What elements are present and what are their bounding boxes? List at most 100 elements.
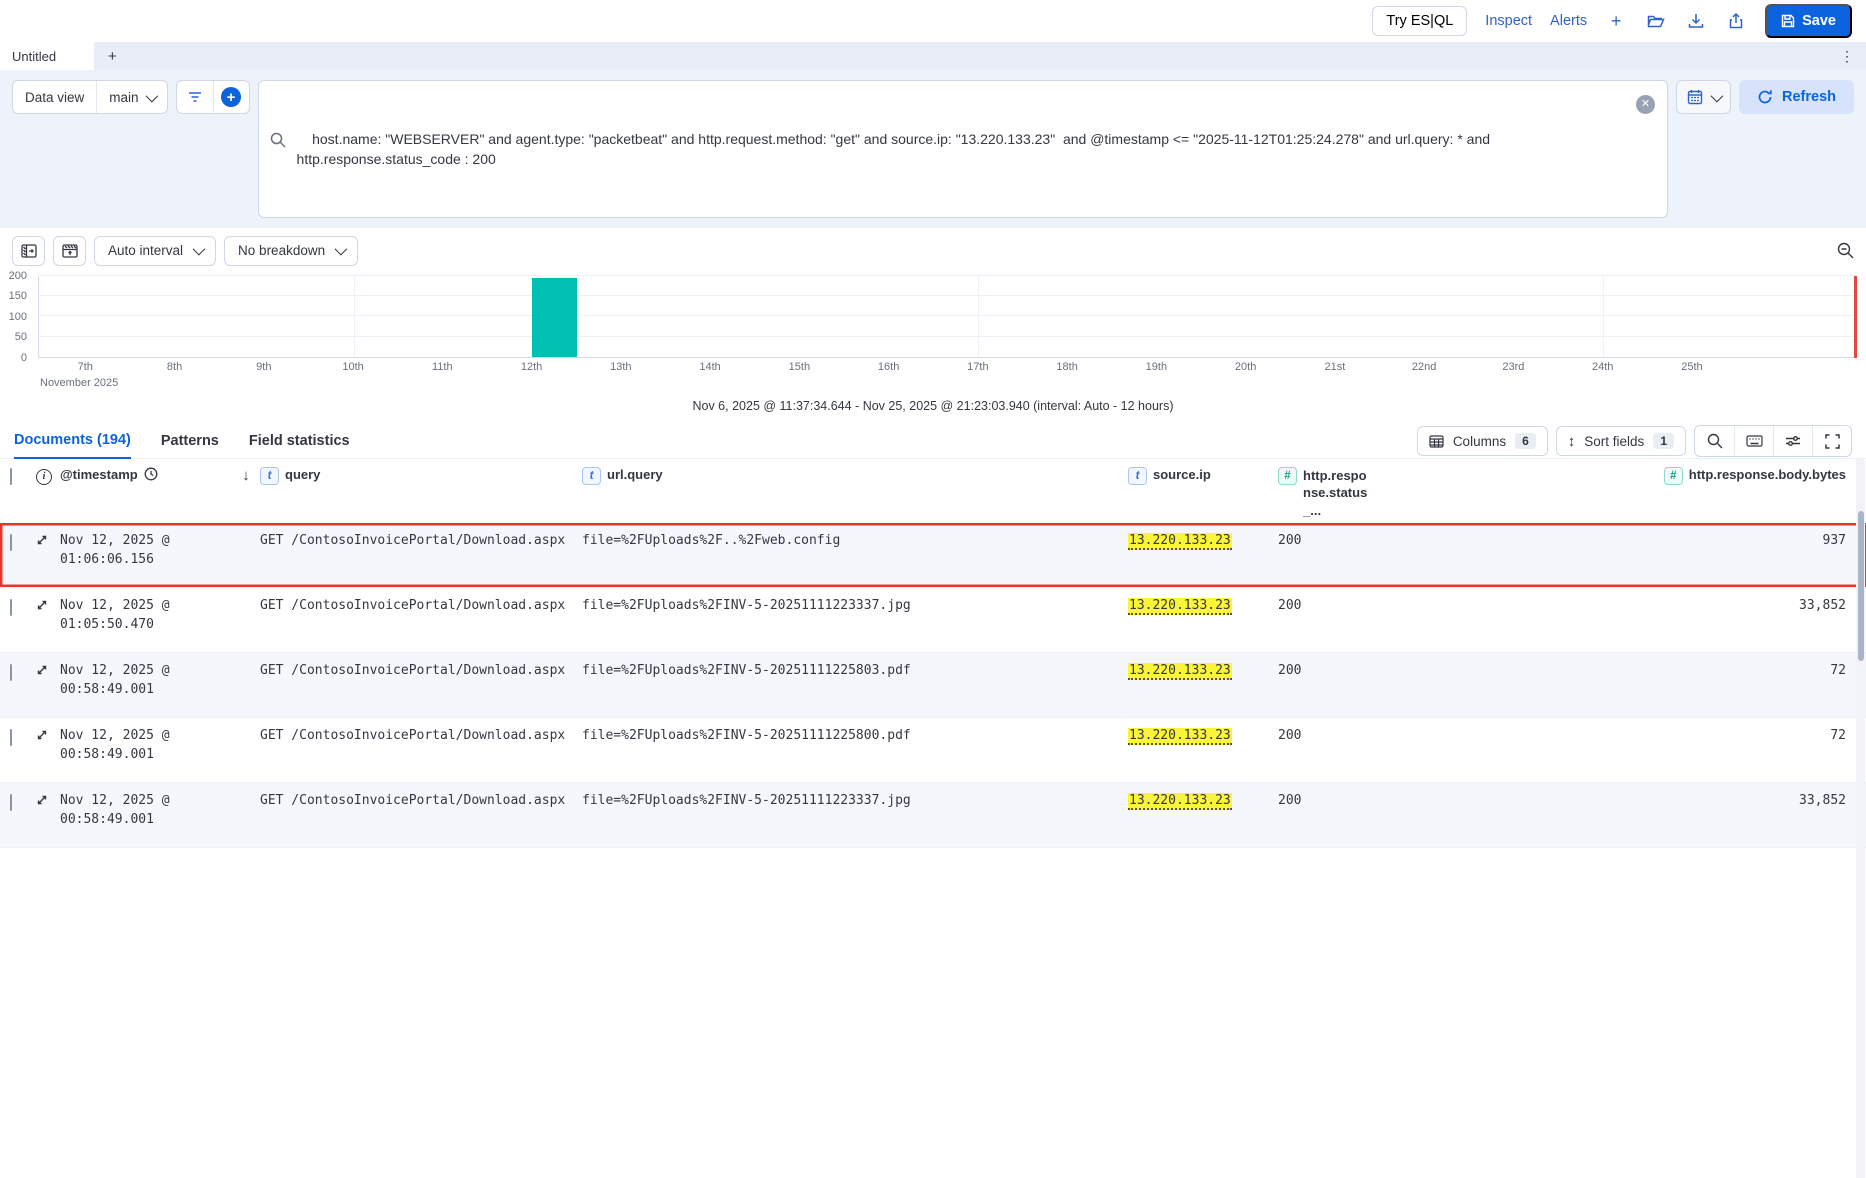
open-folder-icon[interactable] — [1645, 10, 1667, 32]
row-checkbox[interactable] — [10, 794, 12, 812]
clear-query-icon[interactable]: ✕ — [1636, 95, 1655, 114]
save-icon — [1781, 14, 1795, 28]
tab-untitled[interactable]: Untitled — [0, 42, 94, 70]
table-row[interactable]: Nov 12, 2025 @ 01:06:06.156 GET /Contoso… — [0, 523, 1866, 589]
top-navigation-bar: Try ES|QL Inspect Alerts + Save — [0, 0, 1866, 42]
cell-body-bytes: 33,852 — [1799, 598, 1846, 614]
query-input[interactable]: host.name: "WEBSERVER" and agent.type: "… — [257, 80, 1668, 218]
cell-source-ip-highlighted: 13.220.133.23 — [1128, 663, 1232, 681]
cell-timestamp: Nov 12, 2025 @ 00:58:49.001 — [60, 728, 170, 762]
refresh-button[interactable]: Refresh — [1739, 80, 1854, 114]
cell-status-code: 200 — [1278, 533, 1302, 549]
data-view-value[interactable]: main — [96, 81, 166, 113]
chart-y-axis: 0 50 100 150 200 — [8, 269, 27, 364]
display-settings-icon[interactable] — [1773, 426, 1812, 457]
cell-url-query: file=%2FUploads%2F..%2Fweb.config — [582, 533, 841, 549]
cell-body-bytes: 72 — [1830, 728, 1846, 744]
search-in-table-icon[interactable] — [1695, 426, 1734, 456]
expand-row-icon[interactable] — [36, 729, 60, 741]
column-header-url-query[interactable]: t url.query — [582, 466, 1128, 485]
date-picker-button[interactable] — [1676, 80, 1731, 114]
breakdown-dropdown[interactable]: No breakdown — [224, 235, 359, 266]
column-header-source-ip[interactable]: t source.ip — [1128, 466, 1278, 485]
chart-plot-area[interactable] — [38, 274, 1857, 358]
tab-documents[interactable]: Documents (194) — [14, 424, 131, 459]
histogram-chart[interactable]: 0 50 100 150 200 7th 8th 9th 10th 11th 12th 13th 14… — [0, 269, 1866, 390]
expand-row-icon[interactable] — [36, 534, 60, 546]
interval-dropdown[interactable]: Auto interval — [94, 235, 217, 266]
cell-source-ip-highlighted: 13.220.133.23 — [1128, 598, 1232, 616]
sort-descending-icon[interactable]: ↓ — [242, 467, 250, 484]
tab-field-statistics[interactable]: Field statistics — [249, 425, 350, 458]
toggle-chart-icon[interactable] — [53, 235, 86, 266]
sort-fields-button[interactable]: ↕ Sort fields 1 — [1555, 426, 1686, 457]
tab-options-kebab-icon[interactable]: ⋮ — [1828, 42, 1866, 70]
cell-source-ip-highlighted: 13.220.133.23 — [1128, 728, 1232, 746]
table-row[interactable]: Nov 12, 2025 @ 00:58:49.001 GET /Contoso… — [0, 783, 1866, 849]
inspect-link[interactable]: Inspect — [1485, 13, 1532, 29]
alerts-link[interactable]: Alerts — [1550, 13, 1587, 29]
calendar-icon — [1687, 89, 1703, 105]
column-header-query[interactable]: t query — [260, 466, 582, 485]
row-checkbox[interactable] — [10, 534, 12, 552]
fullscreen-icon[interactable] — [1812, 426, 1851, 457]
cell-timestamp: Nov 12, 2025 @ 00:58:49.001 — [60, 793, 170, 827]
cell-timestamp: Nov 12, 2025 @ 01:05:50.470 — [60, 598, 170, 632]
session-tab-bar: Untitled + ⋮ — [0, 42, 1866, 70]
new-tab-button[interactable]: + — [94, 42, 131, 70]
current-time-marker — [1854, 275, 1857, 358]
chevron-down-icon — [334, 243, 348, 256]
cell-status-code: 200 — [1278, 728, 1302, 744]
data-view-picker[interactable]: Data view main — [12, 80, 168, 114]
filter-icon[interactable] — [177, 81, 213, 113]
cell-url-query: file=%2FUploads%2FINV-5-20251111223337.j… — [582, 793, 911, 809]
try-esql-button[interactable]: Try ES|QL — [1372, 6, 1468, 36]
chevron-down-icon — [192, 243, 206, 256]
add-icon[interactable]: + — [1605, 10, 1627, 32]
time-range-summary: Nov 6, 2025 @ 11:37:34.644 - Nov 25, 202… — [0, 389, 1866, 423]
cell-body-bytes: 72 — [1830, 663, 1846, 679]
keyboard-shortcuts-icon[interactable] — [1734, 426, 1773, 457]
cell-body-bytes: 33,852 — [1799, 793, 1846, 809]
grid-toolbar: Columns 6 ↕ Sort fields 1 — [1416, 425, 1852, 458]
expand-row-icon[interactable] — [36, 794, 60, 806]
scrollbar-thumb[interactable] — [1857, 510, 1864, 661]
cell-source-ip-highlighted: 13.220.133.23 — [1128, 533, 1232, 551]
cell-timestamp: Nov 12, 2025 @ 00:58:49.001 — [60, 663, 170, 697]
cell-status-code: 200 — [1278, 663, 1302, 679]
table-row[interactable]: Nov 12, 2025 @ 00:58:49.001 GET /Contoso… — [0, 653, 1866, 719]
cell-query: GET /ContosoInvoicePortal/Download.aspx — [260, 663, 566, 679]
table-row[interactable]: Nov 12, 2025 @ 01:05:50.470 GET /Contoso… — [0, 588, 1866, 654]
column-header-status-code[interactable]: # http.response.status_... — [1278, 466, 1374, 520]
row-checkbox[interactable] — [10, 599, 12, 617]
vertical-scrollbar[interactable] — [1856, 458, 1865, 1178]
download-icon[interactable] — [1685, 10, 1707, 32]
select-all-checkbox[interactable] — [10, 467, 12, 485]
save-button[interactable]: Save — [1765, 4, 1852, 38]
number-field-icon: # — [1278, 466, 1297, 485]
chart-x-axis: 7th 8th 9th 10th 11th 12th 13th 14th 15th 16th 17t… — [77, 360, 1703, 373]
columns-button[interactable]: Columns 6 — [1416, 426, 1548, 457]
add-filter-icon[interactable]: + — [212, 81, 249, 113]
share-icon[interactable] — [1725, 10, 1747, 32]
tab-patterns[interactable]: Patterns — [161, 425, 219, 458]
histogram-bar[interactable] — [532, 278, 577, 357]
text-field-icon: t — [260, 466, 279, 485]
expand-row-icon[interactable] — [36, 664, 60, 676]
histogram-controls: Auto interval No breakdown — [0, 227, 1866, 268]
column-header-timestamp[interactable]: @timestamp — [60, 467, 232, 482]
query-bar: Data view main + host.name: "WEBSERVER" … — [0, 70, 1866, 228]
cell-query: GET /ContosoInvoicePortal/Download.aspx — [260, 598, 566, 614]
row-checkbox[interactable] — [10, 729, 12, 747]
row-info-icon[interactable]: i — [36, 468, 52, 485]
chart-zoom-icon[interactable] — [1837, 242, 1854, 259]
expand-row-icon[interactable] — [36, 599, 60, 611]
search-icon — [270, 91, 293, 188]
column-header-body-bytes[interactable]: # http.response.body.bytes — [1374, 466, 1852, 485]
grid-header-row: i @timestamp ↓ t query t url.query t sou… — [0, 459, 1866, 524]
toggle-sidebar-icon[interactable] — [12, 235, 45, 266]
cell-url-query: file=%2FUploads%2FINV-5-20251111225800.p… — [582, 728, 911, 744]
refresh-icon — [1757, 89, 1773, 105]
row-checkbox[interactable] — [10, 664, 12, 682]
sort-count-badge: 1 — [1653, 433, 1674, 450]
